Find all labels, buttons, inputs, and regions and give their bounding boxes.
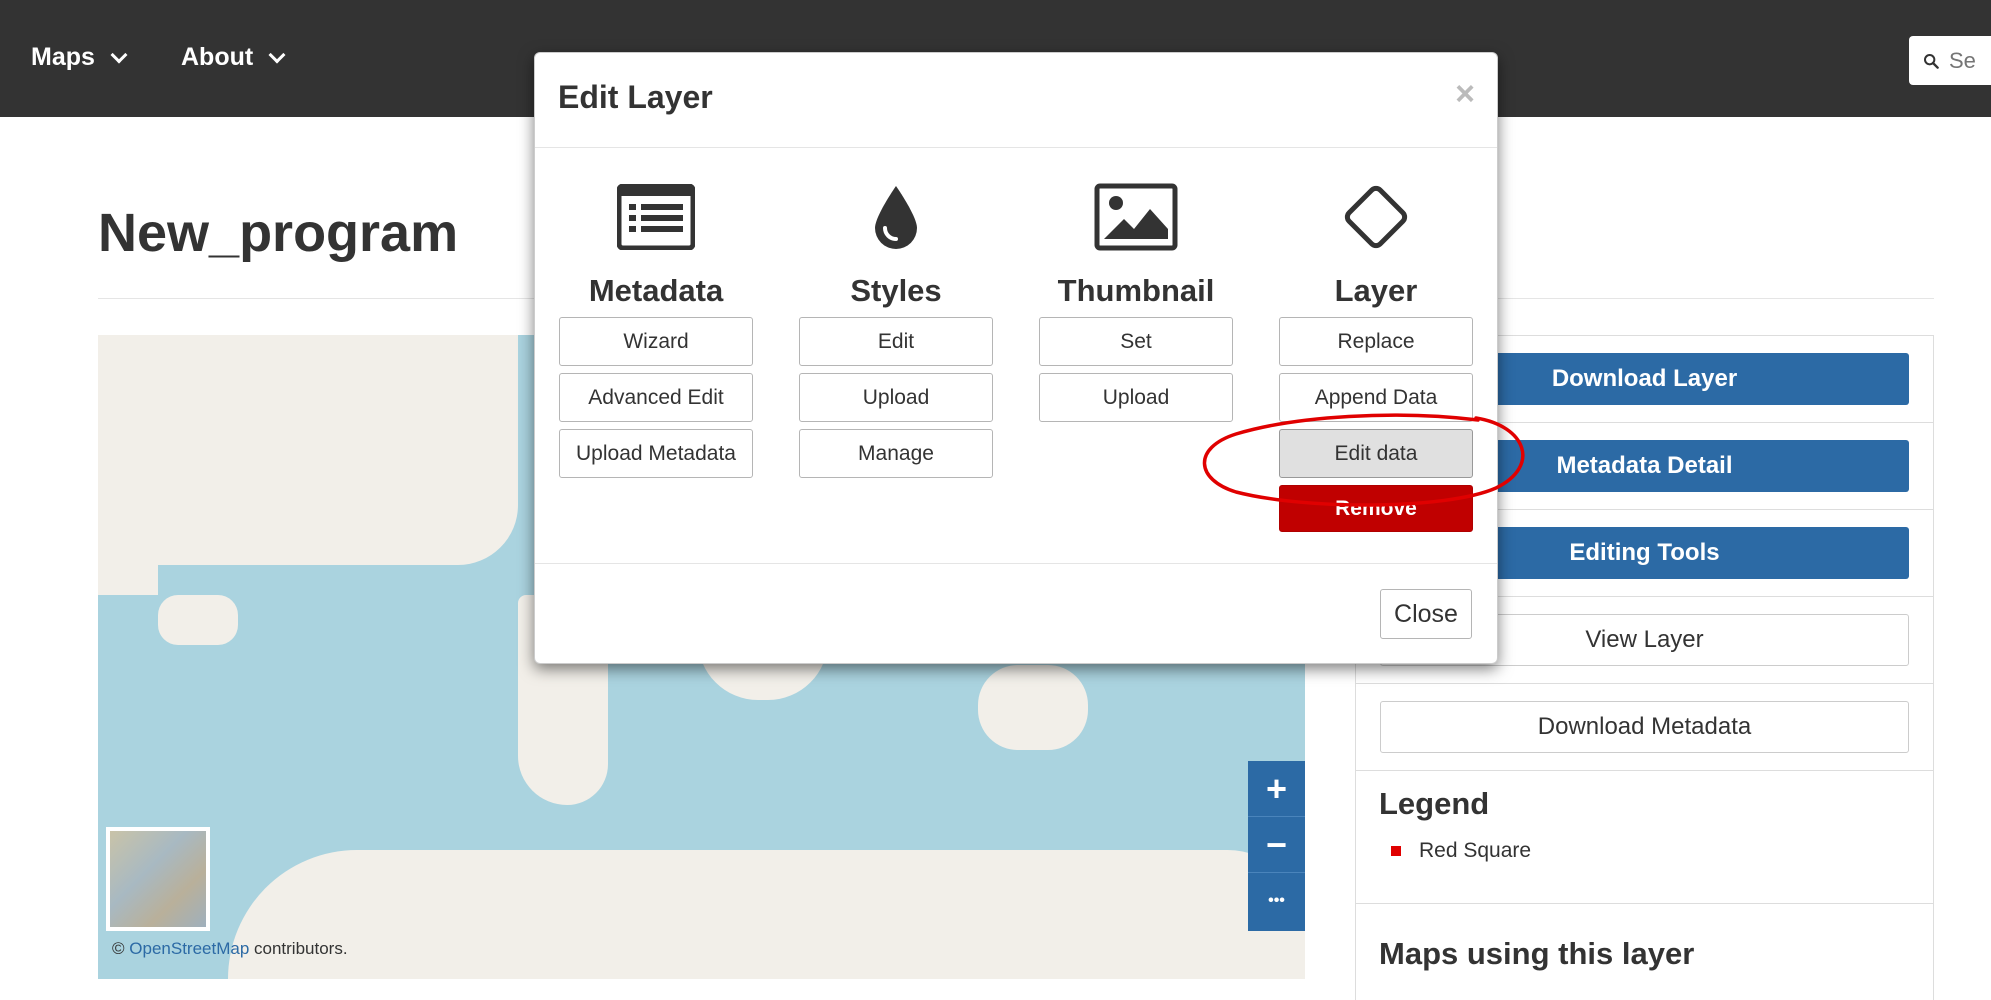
close-button[interactable]: Close	[1380, 589, 1472, 639]
nav-maps-label: Maps	[31, 43, 95, 71]
upload-thumbnail-button[interactable]: Upload	[1039, 373, 1233, 422]
metadata-heading: Metadata	[588, 273, 724, 308]
list-icon	[559, 171, 753, 263]
attribution-copyright: ©	[112, 939, 125, 958]
search-input[interactable]	[1949, 47, 1991, 74]
map-land-north-america	[98, 335, 518, 565]
zoom-out-button[interactable]: −	[1248, 817, 1305, 873]
layer-heading: Layer	[1334, 273, 1418, 308]
map-land-asia	[98, 335, 158, 595]
modal-title: Edit Layer	[558, 79, 713, 115]
advanced-edit-button[interactable]: Advanced Edit	[559, 373, 753, 422]
wizard-button[interactable]: Wizard	[559, 317, 753, 366]
nav-about-menu[interactable]: About	[181, 43, 286, 72]
map-zoom-controls: + − •••	[1248, 761, 1305, 931]
legend-item: Red Square	[1391, 839, 1531, 863]
styles-column: Styles Edit Upload Manage	[799, 171, 993, 485]
modal-footer-divider	[535, 563, 1497, 564]
modal-header-divider	[535, 147, 1497, 148]
metadata-column: Metadata Wizard Advanced Edit Upload Met…	[559, 171, 753, 485]
chevron-down-icon	[110, 46, 128, 63]
droplet-icon	[799, 171, 993, 263]
thumbnail-column: Thumbnail Set Upload	[1039, 171, 1233, 429]
map-land-indonesia	[158, 595, 238, 645]
panel-row: Download Metadata	[1356, 684, 1933, 771]
openstreetmap-link[interactable]: OpenStreetMap	[129, 939, 249, 958]
map-land-australia	[978, 665, 1088, 750]
close-icon[interactable]: ×	[1455, 75, 1475, 114]
nav-maps-menu[interactable]: Maps	[31, 43, 128, 72]
upload-style-button[interactable]: Upload	[799, 373, 993, 422]
upload-metadata-button[interactable]: Upload Metadata	[559, 429, 753, 478]
append-data-button[interactable]: Append Data	[1279, 373, 1473, 422]
set-thumbnail-button[interactable]: Set	[1039, 317, 1233, 366]
image-icon	[1039, 171, 1233, 263]
legend-title: Legend	[1379, 786, 1490, 821]
thumbnail-heading: Thumbnail	[1057, 273, 1215, 308]
download-metadata-button[interactable]: Download Metadata	[1380, 701, 1909, 753]
remove-layer-button[interactable]: Remove	[1279, 485, 1473, 532]
nav-about-label: About	[181, 43, 254, 71]
diamond-icon	[1279, 171, 1473, 263]
edit-data-button[interactable]: Edit data	[1279, 429, 1473, 478]
overview-minimap[interactable]	[106, 827, 210, 931]
chevron-down-icon	[268, 46, 286, 63]
page-title: New_program	[98, 203, 459, 263]
edit-style-button[interactable]: Edit	[799, 317, 993, 366]
zoom-in-button[interactable]: +	[1248, 761, 1305, 817]
more-options-button[interactable]: •••	[1248, 873, 1305, 929]
maps-using-layer-title: Maps using this layer	[1379, 936, 1695, 971]
manage-styles-button[interactable]: Manage	[799, 429, 993, 478]
search-icon	[1924, 53, 1939, 69]
replace-layer-button[interactable]: Replace	[1279, 317, 1473, 366]
styles-heading: Styles	[850, 273, 942, 308]
attribution-suffix: contributors.	[254, 939, 348, 958]
map-land-antarctica	[228, 850, 1305, 979]
map-attribution: © OpenStreetMap contributors.	[112, 939, 348, 959]
legend-swatch-red-square	[1391, 846, 1401, 856]
legend-item-label: Red Square	[1419, 839, 1532, 862]
layer-column: Layer Replace Append Data Edit data Remo…	[1279, 171, 1473, 539]
search-box[interactable]	[1909, 36, 1991, 85]
edit-layer-modal: Edit Layer × Metadata Wizard Advanced Ed…	[534, 52, 1498, 664]
